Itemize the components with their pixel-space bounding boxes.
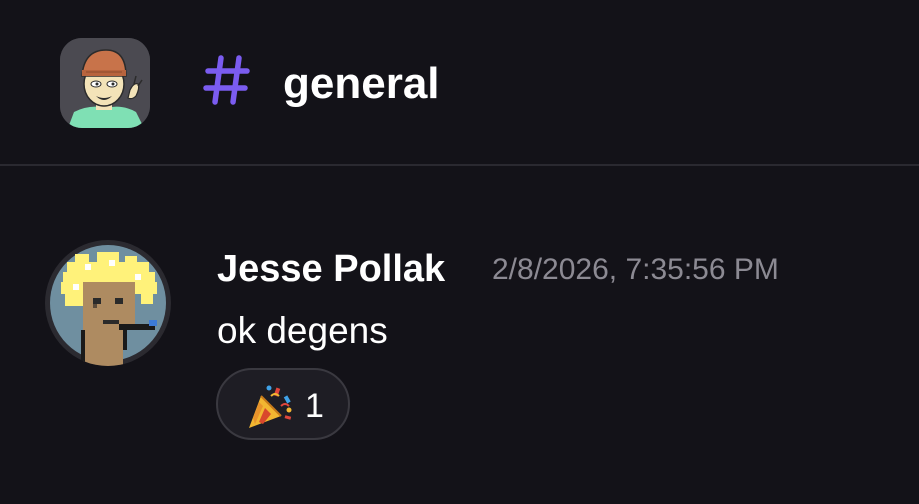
reaction-count: 1 — [305, 387, 324, 425]
message-item: Jesse Pollak 2/8/2026, 7:35:56 PM ok deg… — [0, 236, 919, 456]
hash-icon — [203, 55, 250, 105]
party-popper-icon — [249, 385, 292, 428]
pixel-punk-avatar-icon — [46, 241, 170, 366]
server-avatar[interactable] — [60, 38, 150, 128]
chat-app: general Jesse Pollak 2/8/2026, 7:35:56 P… — [0, 0, 919, 504]
message-timestamp: 2/8/2026, 7:35:56 PM — [492, 253, 779, 286]
user-avatar[interactable] — [45, 240, 171, 366]
cartoon-character-icon — [60, 38, 150, 128]
channel-header: general — [0, 0, 919, 166]
message-text: ok degens — [217, 310, 388, 351]
message-author[interactable]: Jesse Pollak — [217, 246, 445, 292]
channel-title: general — [283, 59, 440, 108]
reaction-button[interactable] — [216, 368, 350, 440]
